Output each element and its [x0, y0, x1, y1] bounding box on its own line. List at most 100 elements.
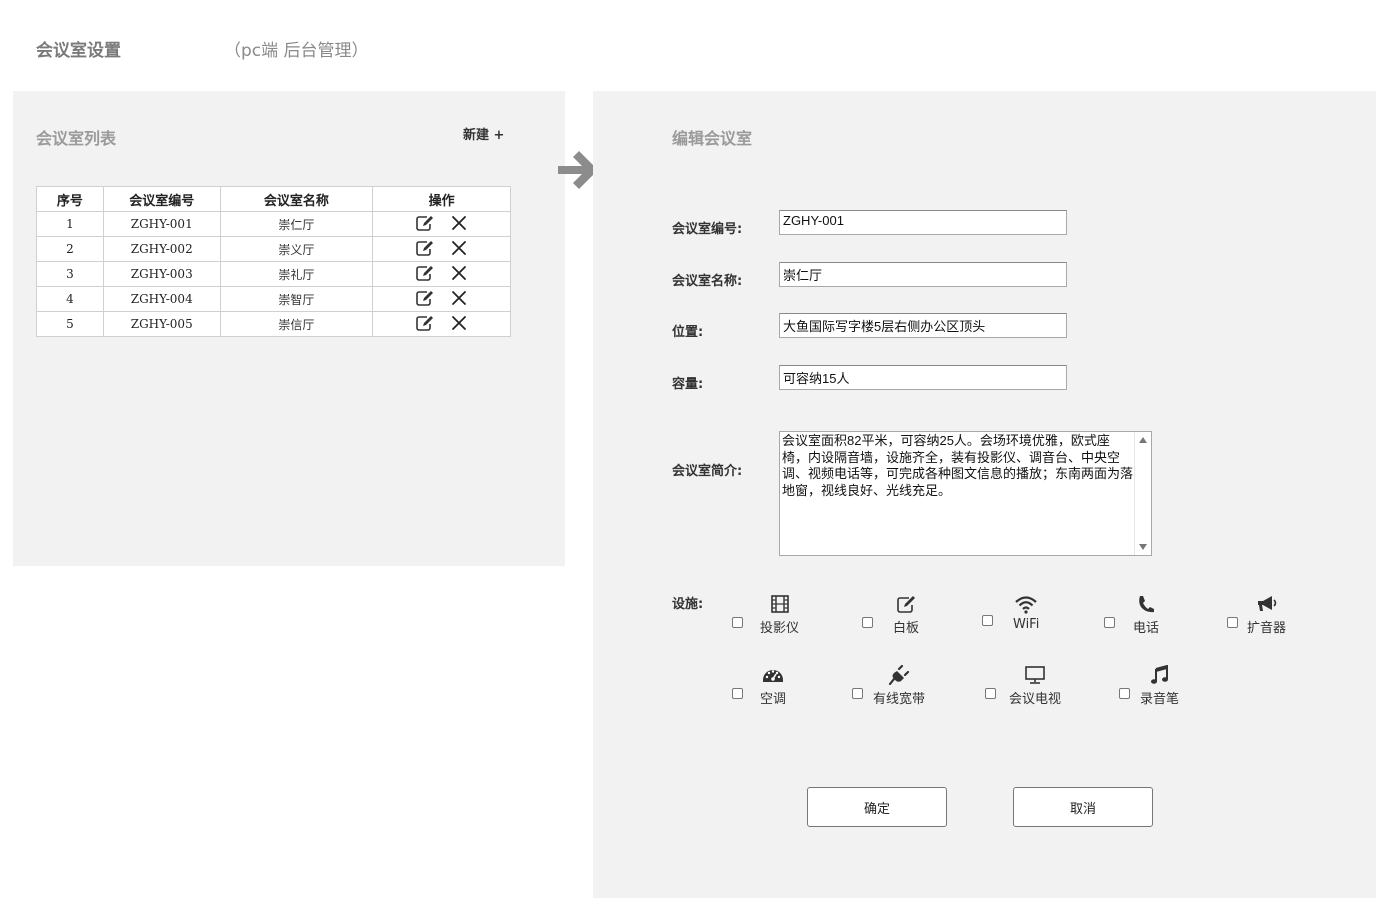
delete-icon[interactable] [449, 264, 469, 282]
facility-wifi-item: WiFi [1013, 594, 1039, 632]
row-index: 5 [36, 311, 104, 337]
page: 会议室设置 （pc端 后台管理） 会议室列表 新建 + 序号 会议室编号 会议室… [0, 0, 1376, 898]
phone-icon [1139, 596, 1154, 613]
facility-projector-item: 投影仪 [760, 594, 799, 636]
scroll-up-arrow-icon[interactable] [1139, 437, 1147, 443]
facility-aircon-checkbox[interactable] [732, 687, 743, 699]
location-label: 位置: [672, 325, 704, 340]
facility-whiteboard-checkbox[interactable] [862, 616, 873, 628]
facility-whiteboard-label: 白板 [893, 621, 920, 636]
location-input[interactable]: 大鱼国际写字楼5层右侧办公区顶头 [779, 313, 1067, 338]
edit-icon[interactable] [415, 214, 435, 232]
edit-icon[interactable] [415, 264, 435, 282]
facility-tv: 会议电视 [985, 665, 1061, 707]
monitor-icon [1025, 666, 1045, 684]
room-code-input[interactable]: ZGHY-001 [779, 210, 1067, 235]
facility-broadband-item: 有线宽带 [873, 665, 925, 707]
plug-icon [888, 665, 910, 685]
facility-phone-label: 电话 [1133, 621, 1160, 636]
column-header-name: 会议室名称 [219, 186, 374, 212]
column-header-actions: 操作 [372, 186, 511, 212]
facility-phone: 电话 [1104, 594, 1159, 636]
edit-icon[interactable] [415, 289, 435, 307]
table-row: 4 ZGHY-004 崇智厅 [36, 286, 511, 312]
facility-wifi-checkbox[interactable] [982, 614, 993, 626]
intro-scrollbar[interactable] [1134, 432, 1151, 555]
megaphone-icon [1257, 596, 1276, 611]
facility-wifi: WiFi [982, 594, 1039, 632]
page-title: 会议室设置 [36, 41, 121, 61]
row-actions [372, 311, 511, 337]
intro-textarea[interactable]: 会议室面积82平米，可容纳25人。会场环境优雅，欧式座椅，内设隔音墙，设施齐全，… [779, 431, 1152, 556]
row-room-code: ZGHY-002 [102, 236, 221, 262]
delete-icon[interactable] [449, 214, 469, 232]
row-index: 4 [36, 286, 104, 312]
row-room-name: 崇信厅 [219, 311, 374, 337]
edit-room-heading: 编辑会议室 [672, 129, 753, 148]
intro-label: 会议室简介: [672, 464, 743, 479]
row-index: 2 [36, 236, 104, 262]
facility-recorder-label: 录音笔 [1140, 692, 1180, 707]
facility-wifi-label: WiFi [1013, 617, 1040, 632]
edit-icon[interactable] [415, 314, 435, 332]
row-room-name: 崇义厅 [219, 236, 374, 262]
row-actions [372, 236, 511, 262]
row-actions [372, 211, 511, 237]
table-row: 2 ZGHY-002 崇义厅 [36, 236, 511, 262]
facility-speaker-item: 扩音器 [1247, 594, 1286, 636]
room-code-label: 会议室编号: [672, 222, 743, 237]
row-room-code: ZGHY-004 [102, 286, 221, 312]
column-header-code: 会议室编号 [102, 186, 221, 212]
delete-icon[interactable] [449, 289, 469, 307]
room-table: 序号 会议室编号 会议室名称 操作 1 ZGHY-001 崇仁厅 2 ZGHY-002 崇… [36, 186, 511, 337]
facility-aircon: 空调 [732, 665, 786, 707]
new-room-button[interactable]: 新建 + [463, 124, 504, 143]
facility-recorder-checkbox[interactable] [1119, 687, 1130, 699]
facility-tv-item: 会议电视 [1009, 665, 1061, 707]
facility-tv-label: 会议电视 [1009, 692, 1062, 707]
edit-room-panel: 编辑会议室 会议室编号: ZGHY-001 会议室名称: 崇仁厅 位置: 大鱼国… [593, 91, 1376, 898]
facility-phone-item: 电话 [1133, 594, 1159, 636]
wifi-icon [1015, 596, 1037, 614]
film-icon [770, 595, 789, 613]
facility-whiteboard: 白板 [862, 594, 919, 636]
facility-speaker-label: 扩音器 [1247, 621, 1287, 636]
edit-icon[interactable] [415, 239, 435, 257]
facility-projector: 投影仪 [732, 594, 799, 636]
facility-phone-checkbox[interactable] [1104, 616, 1115, 628]
column-header-index: 序号 [36, 186, 104, 212]
room-list-heading: 会议室列表 [36, 129, 117, 148]
delete-icon[interactable] [449, 314, 469, 332]
facility-projector-label: 投影仪 [760, 621, 800, 636]
cancel-button[interactable]: 取消 [1013, 787, 1153, 827]
facility-broadband-checkbox[interactable] [852, 687, 863, 699]
dashboard-icon [763, 670, 783, 682]
facility-aircon-label: 空调 [760, 692, 787, 707]
table-header-row: 序号 会议室编号 会议室名称 操作 [36, 186, 511, 212]
facility-speaker: 扩音器 [1227, 594, 1286, 636]
row-room-code: ZGHY-003 [102, 261, 221, 287]
intro-text: 会议室面积82平米，可容纳25人。会场环境优雅，欧式座椅，内设隔音墙，设施齐全，… [782, 433, 1134, 498]
facility-tv-checkbox[interactable] [985, 687, 996, 699]
room-name-label: 会议室名称: [672, 274, 743, 289]
confirm-button[interactable]: 确定 [807, 787, 947, 827]
room-list-panel: 会议室列表 新建 + 序号 会议室编号 会议室名称 操作 1 ZGHY-001 崇仁… [13, 91, 565, 566]
facility-speaker-checkbox[interactable] [1227, 616, 1238, 628]
row-actions [372, 286, 511, 312]
room-name-input[interactable]: 崇仁厅 [779, 262, 1067, 287]
delete-icon[interactable] [449, 239, 469, 257]
facility-projector-checkbox[interactable] [732, 616, 743, 628]
music-note-icon [1150, 665, 1168, 684]
whiteboard-edit-icon [897, 596, 915, 613]
facility-recorder-item: 录音笔 [1140, 665, 1179, 707]
table-row: 3 ZGHY-003 崇礼厅 [36, 261, 511, 287]
row-index: 1 [36, 211, 104, 237]
facility-whiteboard-item: 白板 [893, 594, 919, 636]
page-subtitle: （pc端 后台管理） [224, 41, 369, 61]
row-room-name: 崇礼厅 [219, 261, 374, 287]
row-actions [372, 261, 511, 287]
scroll-down-arrow-icon[interactable] [1139, 544, 1147, 550]
row-room-code: ZGHY-005 [102, 311, 221, 337]
capacity-input[interactable]: 可容纳15人 [779, 365, 1067, 390]
capacity-label: 容量: [672, 377, 704, 392]
